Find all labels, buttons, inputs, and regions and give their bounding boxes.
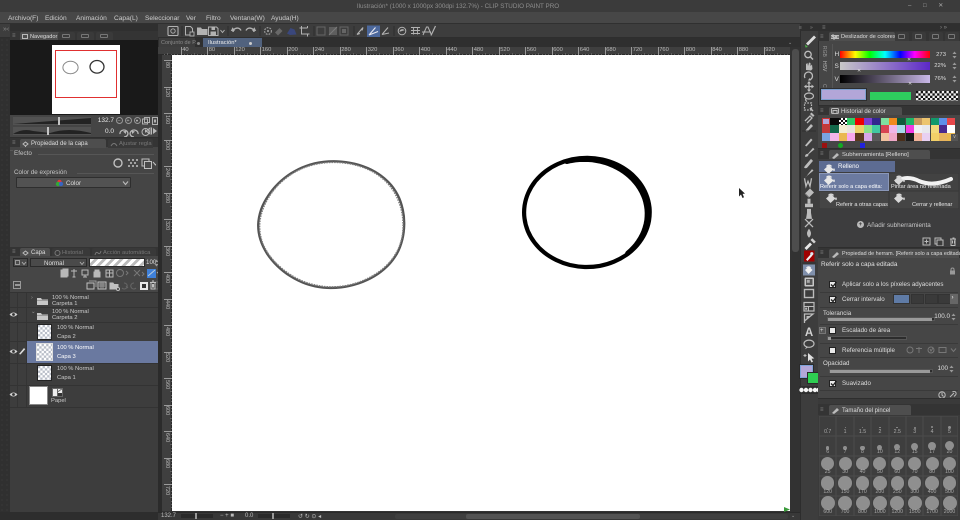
svg-text:A: A — [805, 327, 813, 339]
